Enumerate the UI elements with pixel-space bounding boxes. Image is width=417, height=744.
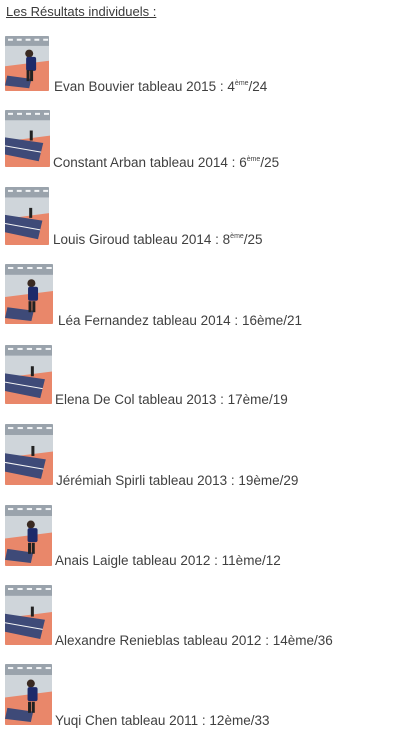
participant-total: /12 xyxy=(261,553,281,568)
section-title: Les Résultats individuels : xyxy=(6,4,157,19)
player-name: Jérémiah Spirli xyxy=(56,473,146,488)
result-item: Yuqi Chen tableau 2011 : 12ème/33 xyxy=(5,664,405,734)
participant-total: /19 xyxy=(268,392,288,407)
category: tableau 2015 xyxy=(138,79,217,94)
result-caption: Anais Laigle tableau 2012 : 11ème/12 xyxy=(55,553,281,568)
player-name: Yuqi Chen xyxy=(55,713,118,728)
result-item: Constant Arban tableau 2014 : 6ème/25 xyxy=(5,110,405,180)
player-photo[interactable] xyxy=(5,664,52,725)
category: tableau 2011 xyxy=(121,713,199,728)
participant-total: /21 xyxy=(283,313,302,328)
player-name: Léa Fernandez xyxy=(58,313,149,328)
category: tableau 2014 xyxy=(152,313,231,328)
category: tableau 2013 xyxy=(149,473,228,488)
rank: 16ème xyxy=(241,313,284,328)
player-photo[interactable] xyxy=(5,505,52,566)
player-name: Constant Arban xyxy=(53,155,147,170)
player-name: Anais Laigle xyxy=(55,553,129,568)
player-name: Alexandre Renieblas xyxy=(55,633,180,648)
category: tableau 2014 xyxy=(133,232,212,247)
result-item: Elena De Col tableau 2013 : 17ème/19 xyxy=(5,345,405,415)
participant-total: /24 xyxy=(248,79,268,94)
rank: 11ème xyxy=(221,553,262,568)
category: tableau 2012 xyxy=(183,633,262,648)
table-photo[interactable] xyxy=(5,110,50,167)
result-caption: Alexandre Renieblas tableau 2012 : 14ème… xyxy=(55,633,333,648)
player-photo[interactable] xyxy=(5,264,53,324)
player-name: Elena De Col xyxy=(55,392,135,407)
result-caption: Constant Arban tableau 2014 : 6ème/25 xyxy=(53,155,280,170)
result-item: Jérémiah Spirli tableau 2013 : 19ème/29 xyxy=(5,424,405,494)
rank: 6 xyxy=(239,155,247,170)
rank: 4 xyxy=(227,79,235,94)
result-caption: Yuqi Chen tableau 2011 : 12ème/33 xyxy=(55,713,270,728)
result-caption: Jérémiah Spirli tableau 2013 : 19ème/29 xyxy=(56,473,299,488)
hall-photo[interactable] xyxy=(5,424,53,485)
participant-total: /33 xyxy=(250,713,270,728)
result-caption: Evan Bouvier tableau 2015 : 4ème/24 xyxy=(54,79,268,94)
result-caption: Léa Fernandez tableau 2014 : 16ème/21 xyxy=(58,313,302,328)
category: tableau 2012 xyxy=(132,553,211,568)
result-item: Alexandre Renieblas tableau 2012 : 14ème… xyxy=(5,585,405,655)
result-caption: Elena De Col tableau 2013 : 17ème/19 xyxy=(55,392,288,407)
participant-total: /25 xyxy=(260,155,280,170)
player-name: Evan Bouvier xyxy=(54,79,135,94)
participant-total: /29 xyxy=(279,473,299,488)
rank-suffix: ème xyxy=(230,233,244,240)
result-item: Louis Giroud tableau 2014 : 8ème/25 xyxy=(5,187,405,257)
result-caption: Louis Giroud tableau 2014 : 8ème/25 xyxy=(53,232,263,247)
rank: 12ème xyxy=(209,713,251,728)
result-item: Léa Fernandez tableau 2014 : 16ème/21 xyxy=(5,264,405,334)
hall-photo[interactable] xyxy=(5,345,52,404)
result-item: Anais Laigle tableau 2012 : 11ème/12 xyxy=(5,505,405,575)
player-name: Louis Giroud xyxy=(53,232,130,247)
category: tableau 2013 xyxy=(138,392,217,407)
hall-photo[interactable] xyxy=(5,585,52,645)
player-photo[interactable] xyxy=(5,36,49,91)
participant-total: /25 xyxy=(243,232,263,247)
category: tableau 2014 xyxy=(149,155,228,170)
rank: 17ème xyxy=(227,392,269,407)
result-item: Evan Bouvier tableau 2015 : 4ème/24 xyxy=(5,36,405,106)
rank-suffix: ème xyxy=(234,80,249,87)
participant-total: /36 xyxy=(313,633,333,648)
table-photo[interactable] xyxy=(5,187,49,245)
rank: 19ème xyxy=(238,473,280,488)
rank-suffix: ème xyxy=(246,156,261,163)
rank: 14ème xyxy=(272,633,314,648)
